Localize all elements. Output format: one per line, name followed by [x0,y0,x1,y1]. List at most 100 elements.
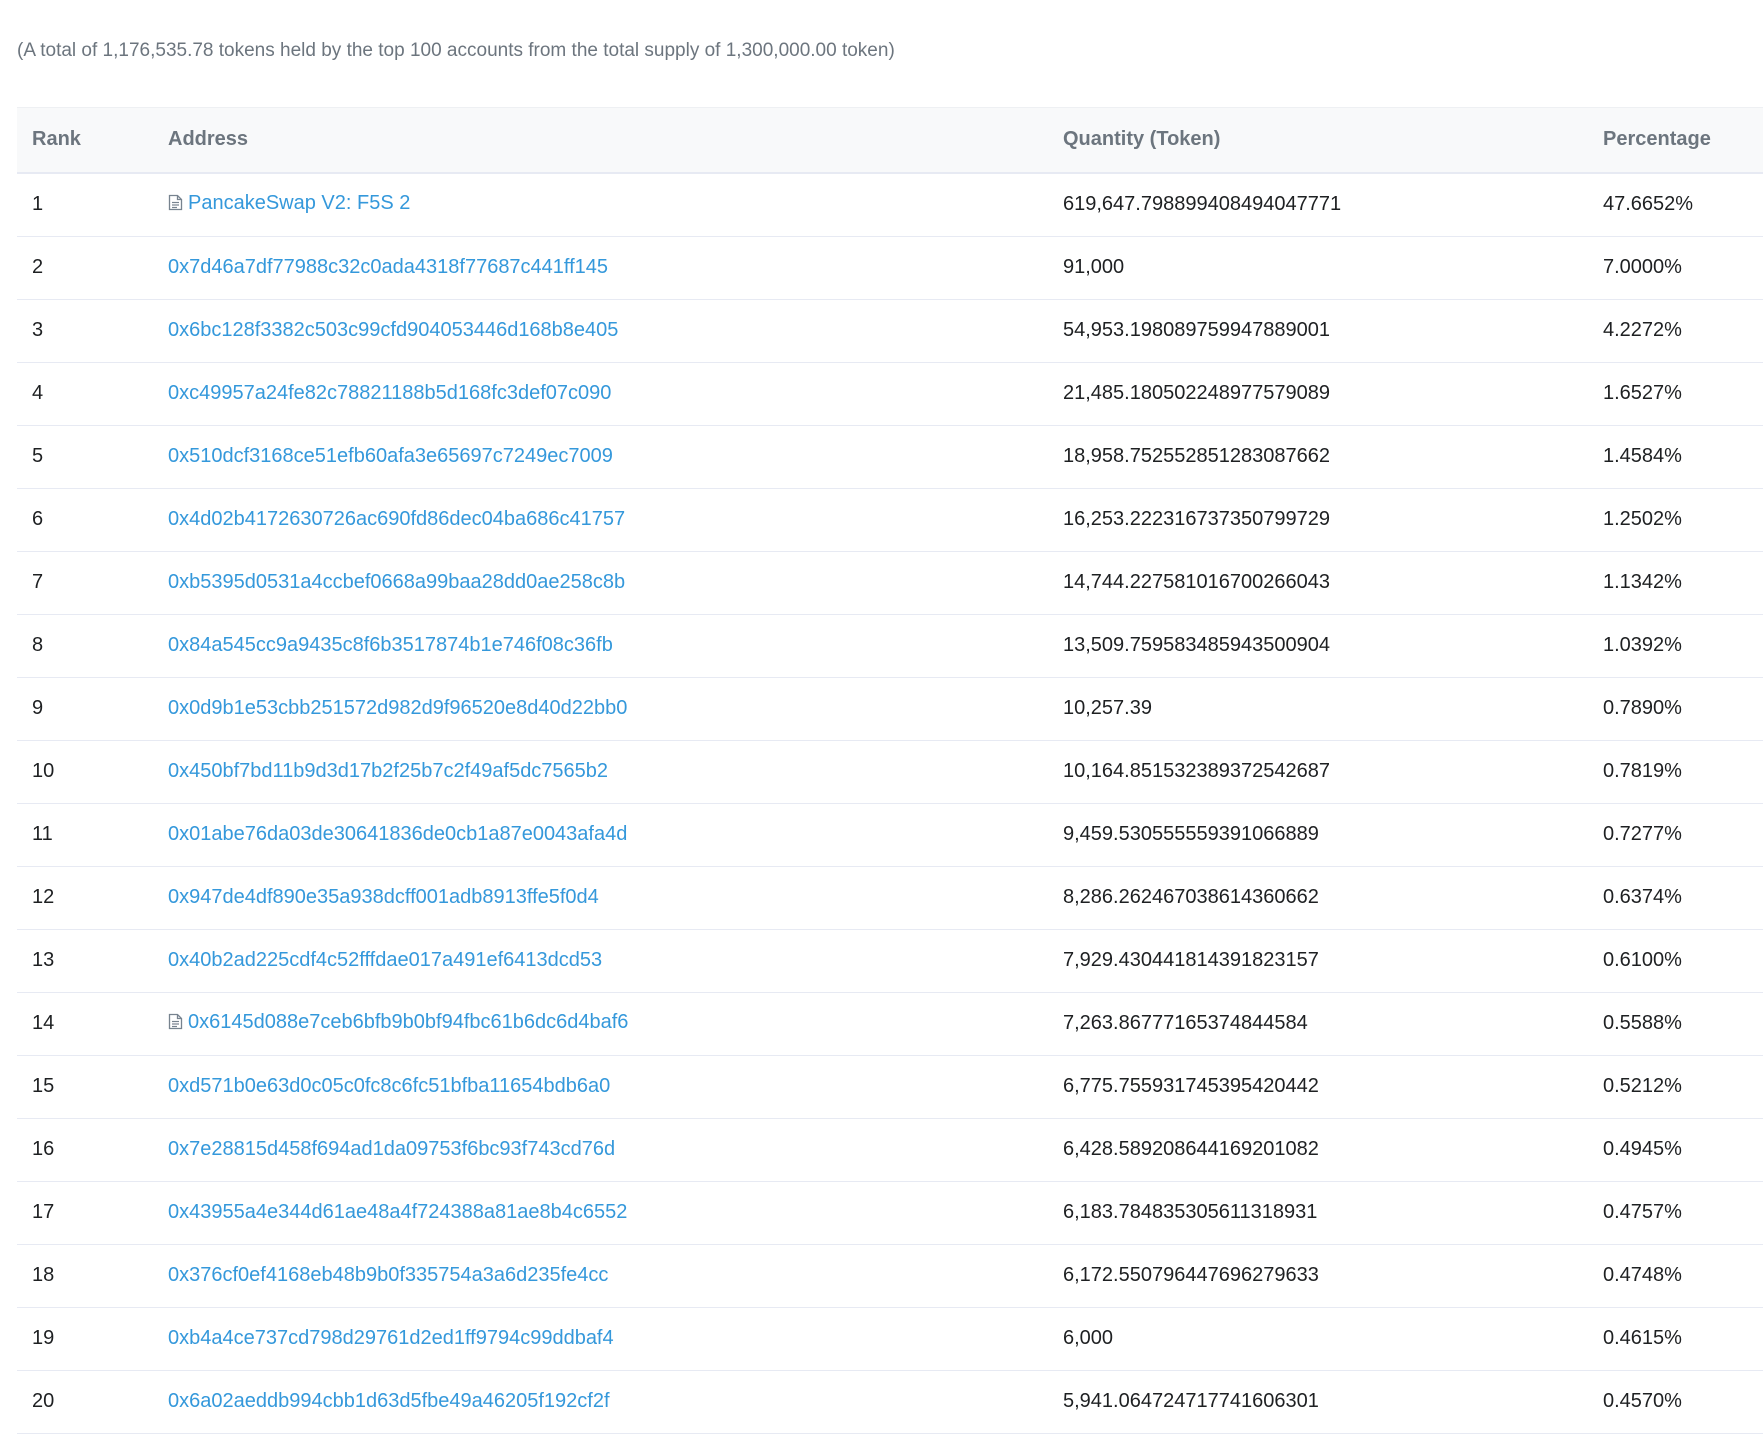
holder-quantity: 6,428.589208644169201082 [1063,1118,1603,1182]
holder-address-link[interactable]: 0xb4a4ce737cd798d29761d2ed1ff9794c99ddba… [168,1327,614,1349]
table-row: 3 0x6bc128f3382c503c99cfd904053446d168b8e… [17,299,1763,363]
holder-rank: 9 [17,677,168,741]
holder-address-link[interactable]: 0x0d9b1e53cbb251572d982d9f96520e8d40d22b… [168,697,627,719]
holder-percentage: 1.1342% [1603,551,1763,615]
holder-percentage: 0.6374% [1603,866,1763,930]
holder-quantity: 5,941.064724717741606301 [1063,1370,1603,1434]
holder-quantity: 619,647.798899408494047771 [1063,172,1603,237]
holder-quantity: 6,183.784835305611318931 [1063,1181,1603,1245]
holder-rank: 18 [17,1244,168,1308]
holder-quantity: 18,958.752552851283087662 [1063,425,1603,489]
holder-percentage: 4.2272% [1603,299,1763,363]
holder-rank: 7 [17,551,168,615]
holder-address-link[interactable]: 0x4d02b4172630726ac690fd86dec04ba686c417… [168,508,625,530]
holder-quantity: 14,744.227581016700266043 [1063,551,1603,615]
holder-percentage: 1.4584% [1603,425,1763,489]
holder-address-link[interactable]: 0x6bc128f3382c503c99cfd904053446d168b8e4… [168,319,618,341]
holder-address-link[interactable]: 0x6145d088e7ceb6bfb9b0bf94fbc61b6dc6d4ba… [188,1011,628,1033]
holder-address-link[interactable]: 0xc49957a24fe82c78821188b5d168fc3def07c0… [168,382,611,404]
table-row: 5 0x510dcf3168ce51efb60afa3e65697c7249ec7… [17,425,1763,489]
holder-address-link[interactable]: 0x947de4df890e35a938dcff001adb8913ffe5f0… [168,886,599,908]
table-row: 13 0x40b2ad225cdf4c52fffdae017a491ef6413d… [17,929,1763,993]
holder-rank: 17 [17,1181,168,1245]
table-row: 14 0x6145d088e7ceb6bfb9b0bf94fbc61b6dc6d4… [17,992,1763,1056]
holder-address-link[interactable]: 0x6a02aeddb994cbb1d63d5fbe49a46205f192cf… [168,1390,610,1412]
holder-quantity: 8,286.262467038614360662 [1063,866,1603,930]
holder-address-cell: 0x510dcf3168ce51efb60afa3e65697c7249ec70… [168,425,1063,489]
holder-address-cell: 0x7e28815d458f694ad1da09753f6bc93f743cd7… [168,1118,1063,1182]
holder-rank: 2 [17,236,168,300]
holder-rank: 14 [17,992,168,1056]
holder-address-cell: 0x6145d088e7ceb6bfb9b0bf94fbc61b6dc6d4ba… [168,992,1063,1056]
table-row: 6 0x4d02b4172630726ac690fd86dec04ba686c41… [17,488,1763,552]
holder-rank: 16 [17,1118,168,1182]
holder-percentage: 0.4570% [1603,1370,1763,1434]
holder-address-link[interactable]: 0x43955a4e344d61ae48a4f724388a81ae8b4c65… [168,1201,627,1223]
column-header-rank: Rank [17,107,168,174]
holder-quantity: 6,172.550796447696279633 [1063,1244,1603,1308]
holder-address-cell: 0x40b2ad225cdf4c52fffdae017a491ef6413dcd… [168,929,1063,993]
holder-quantity: 9,459.530555559391066889 [1063,803,1603,867]
holder-address-link[interactable]: 0xd571b0e63d0c05c0fc8c6fc51bfba11654bdb6… [168,1075,610,1097]
token-holders-page: (A total of 1,176,535.78 tokens held by … [0,0,1763,1434]
file-text-icon [168,194,183,217]
holder-rank: 1 [17,172,168,237]
holder-address-link[interactable]: 0x510dcf3168ce51efb60afa3e65697c7249ec70… [168,445,613,467]
holder-percentage: 0.7819% [1603,740,1763,804]
holder-address-cell: 0x450bf7bd11b9d3d17b2f25b7c2f49af5dc7565… [168,740,1063,804]
holder-quantity: 21,485.180502248977579089 [1063,362,1603,426]
holder-percentage: 0.7890% [1603,677,1763,741]
holder-address-cell: 0x376cf0ef4168eb48b9b0f335754a3a6d235fe4… [168,1244,1063,1308]
holder-address-link[interactable]: 0x01abe76da03de30641836de0cb1a87e0043afa… [168,823,627,845]
table-row: 9 0x0d9b1e53cbb251572d982d9f96520e8d40d22… [17,677,1763,741]
table-row: 19 0xb4a4ce737cd798d29761d2ed1ff9794c99dd… [17,1307,1763,1371]
table-row: 16 0x7e28815d458f694ad1da09753f6bc93f743c… [17,1118,1763,1182]
holder-percentage: 1.2502% [1603,488,1763,552]
holder-address-link[interactable]: 0xb5395d0531a4ccbef0668a99baa28dd0ae258c… [168,571,625,593]
holder-percentage: 0.4757% [1603,1181,1763,1245]
holder-percentage: 7.0000% [1603,236,1763,300]
holder-percentage: 47.6652% [1603,172,1763,237]
holder-address-cell: 0x01abe76da03de30641836de0cb1a87e0043afa… [168,803,1063,867]
holder-address-link[interactable]: PancakeSwap V2: F5S 2 [188,192,410,214]
holder-percentage: 1.6527% [1603,362,1763,426]
table-row: 2 0x7d46a7df77988c32c0ada4318f77687c441ff… [17,236,1763,300]
holder-address-cell: 0x6a02aeddb994cbb1d63d5fbe49a46205f192cf… [168,1370,1063,1434]
holder-percentage: 0.4615% [1603,1307,1763,1371]
table-row: 11 0x01abe76da03de30641836de0cb1a87e0043a… [17,803,1763,867]
table-row: 17 0x43955a4e344d61ae48a4f724388a81ae8b4c… [17,1181,1763,1245]
holder-percentage: 0.4945% [1603,1118,1763,1182]
holder-address-cell: 0x947de4df890e35a938dcff001adb8913ffe5f0… [168,866,1063,930]
holder-quantity: 10,257.39 [1063,677,1603,741]
holder-rank: 11 [17,803,168,867]
table-row: 15 0xd571b0e63d0c05c0fc8c6fc51bfba11654bd… [17,1055,1763,1119]
holder-rank: 13 [17,929,168,993]
holder-address-cell: 0x7d46a7df77988c32c0ada4318f77687c441ff1… [168,236,1063,300]
table-row: 10 0x450bf7bd11b9d3d17b2f25b7c2f49af5dc75… [17,740,1763,804]
holder-address-cell: 0xd571b0e63d0c05c0fc8c6fc51bfba11654bdb6… [168,1055,1063,1119]
holder-quantity: 16,253.222316737350799729 [1063,488,1603,552]
holder-address-cell: 0x84a545cc9a9435c8f6b3517874b1e746f08c36… [168,614,1063,678]
table-row: 4 0xc49957a24fe82c78821188b5d168fc3def07c… [17,362,1763,426]
holder-address-cell: 0x6bc128f3382c503c99cfd904053446d168b8e4… [168,299,1063,363]
holder-quantity: 13,509.759583485943500904 [1063,614,1603,678]
table-header-row: Rank Address Quantity (Token) Percentage [17,107,1763,174]
holder-address-link[interactable]: 0x450bf7bd11b9d3d17b2f25b7c2f49af5dc7565… [168,760,608,782]
holder-address-link[interactable]: 0x84a545cc9a9435c8f6b3517874b1e746f08c36… [168,634,613,656]
column-header-address: Address [168,107,1063,174]
holder-rank: 8 [17,614,168,678]
holder-address-cell: 0xb4a4ce737cd798d29761d2ed1ff9794c99ddba… [168,1307,1063,1371]
holder-address-cell: PancakeSwap V2: F5S 2 [168,172,1063,237]
holder-address-link[interactable]: 0x7e28815d458f694ad1da09753f6bc93f743cd7… [168,1138,615,1160]
holder-rank: 6 [17,488,168,552]
holder-quantity: 7,263.86777165374844584 [1063,992,1603,1056]
holder-rank: 10 [17,740,168,804]
holder-percentage: 0.7277% [1603,803,1763,867]
holder-address-link[interactable]: 0x7d46a7df77988c32c0ada4318f77687c441ff1… [168,256,608,278]
holders-table-body: 1 PancakeSwap V2: F5S 2 619,647.7988994084… [17,172,1763,1434]
holder-address-link[interactable]: 0x376cf0ef4168eb48b9b0f335754a3a6d235fe4… [168,1264,608,1286]
holder-address-link[interactable]: 0x40b2ad225cdf4c52fffdae017a491ef6413dcd… [168,949,602,971]
holder-quantity: 54,953.198089759947889001 [1063,299,1603,363]
table-row: 7 0xb5395d0531a4ccbef0668a99baa28dd0ae258… [17,551,1763,615]
holders-summary: (A total of 1,176,535.78 tokens held by … [17,40,895,61]
